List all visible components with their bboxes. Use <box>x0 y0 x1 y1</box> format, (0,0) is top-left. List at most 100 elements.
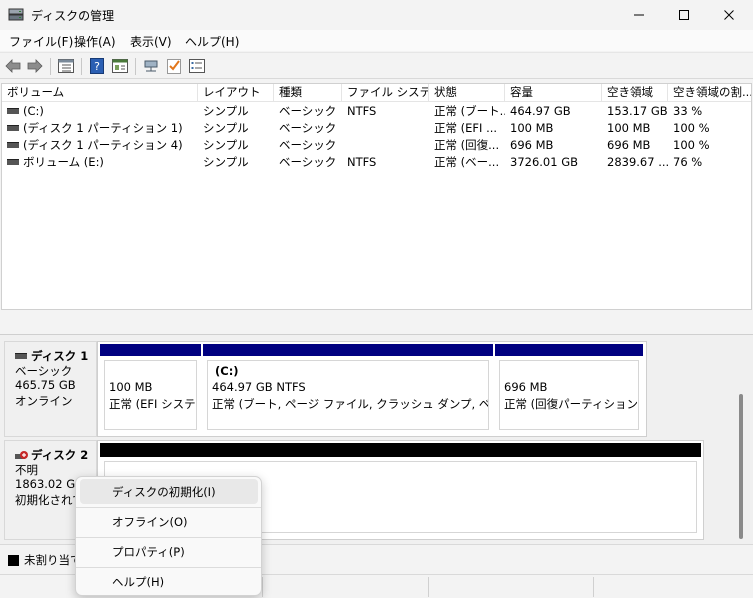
disk-2-status: 初期化されて <box>15 493 84 507</box>
menu-item-help[interactable]: ヘルプ(H) <box>80 569 258 594</box>
partition-size: 100 MB <box>109 380 153 394</box>
disk-1-type: ベーシック <box>15 364 73 378</box>
type-cell: ベーシック <box>279 104 337 118</box>
partition-efi[interactable]: 100 MB 正常 (EFI システム <box>100 344 201 434</box>
minimize-icon <box>633 14 644 16</box>
status-cell: 正常 (ベー... <box>434 155 500 169</box>
capacity-cell: 696 MB <box>510 138 554 152</box>
filesystem-cell <box>342 120 429 137</box>
menu-item-label: オフライン(O) <box>112 515 188 529</box>
volume-name-cell: (ディスク 1 パーティション 4) <box>2 137 198 154</box>
volume-list-header: ボリューム レイアウト 種類 ファイル システム 状態 容量 空き領域 空き領域… <box>2 84 751 102</box>
minimize-button[interactable] <box>616 0 661 30</box>
forward-arrow-icon <box>27 59 43 73</box>
column-header-type[interactable]: 種類 <box>274 84 342 102</box>
partition-header-bar <box>203 344 493 356</box>
close-icon <box>723 10 734 20</box>
maximize-button[interactable] <box>661 0 706 30</box>
close-button[interactable] <box>706 0 751 30</box>
volume-row[interactable]: (ディスク 1 パーティション 4) シンプル ベーシック 正常 (回復... … <box>2 137 751 154</box>
properties-icon <box>112 59 128 73</box>
list-view-button[interactable] <box>57 57 75 75</box>
check-icon <box>167 59 181 74</box>
capacity-cell: 464.97 GB <box>510 104 571 118</box>
volume-row[interactable]: (C:) シンプル ベーシック NTFS 正常 (ブート... 464.97 G… <box>2 103 751 120</box>
partition-size: 696 MB <box>504 380 548 394</box>
volume-name-cell: (C:) <box>2 103 198 120</box>
column-header-percent-free[interactable]: 空き領域の割... <box>668 84 751 102</box>
column-header-filesystem[interactable]: ファイル システム <box>342 84 429 102</box>
help-button[interactable]: ? <box>88 57 106 75</box>
drive-icon <box>7 141 19 148</box>
percent-free-cell: 100 % <box>673 121 710 135</box>
menu-separator <box>76 507 261 508</box>
window-title: ディスクの管理 <box>31 9 115 23</box>
partition-header-bar <box>495 344 643 356</box>
connect-button[interactable] <box>142 57 160 75</box>
unallocated-header-bar <box>100 443 701 457</box>
volume-list: ボリューム レイアウト 種類 ファイル システム 状態 容量 空き領域 空き領域… <box>1 83 752 310</box>
disk-management-app-icon <box>8 8 24 21</box>
filesystem-cell <box>342 137 429 154</box>
toolbar-separator <box>50 58 51 75</box>
help-icon: ? <box>90 58 104 74</box>
partition-size: 464.97 GB NTFS <box>212 380 306 394</box>
percent-free-cell: 76 % <box>673 155 703 169</box>
forward-button[interactable] <box>26 57 44 75</box>
disk-1-label[interactable]: ディスク 1 ベーシック 465.75 GB オンライン <box>4 341 97 437</box>
column-header-status[interactable]: 状態 <box>429 84 505 102</box>
filesystem-cell: NTFS <box>347 155 377 169</box>
menu-item-label: ヘルプ(H) <box>112 575 165 589</box>
volume-name: (C:) <box>23 104 44 118</box>
back-arrow-icon <box>5 59 21 73</box>
free-space-cell: 153.17 GB <box>607 104 668 118</box>
partition-letter: (C:) <box>215 364 239 378</box>
type-cell: ベーシック <box>279 121 337 135</box>
vertical-scrollbar-thumb[interactable] <box>739 394 743 539</box>
partition-c-drive[interactable]: (C:) 464.97 GB NTFS 正常 (ブート, ページ ファイル, ク… <box>203 344 493 434</box>
settings-list-button[interactable] <box>188 57 206 75</box>
menu-action[interactable]: 操作(A) <box>74 33 116 50</box>
menu-item-label: ディスクの初期化(I) <box>112 485 216 499</box>
layout-cell: シンプル <box>203 138 249 152</box>
disk-icon <box>15 352 27 359</box>
type-cell: ベーシック <box>279 155 337 169</box>
svg-text:?: ? <box>94 60 100 73</box>
menu-bar: ファイル(F) 操作(A) 表示(V) ヘルプ(H) <box>0 30 753 51</box>
properties-button[interactable] <box>111 57 129 75</box>
disk-2-size: 1863.02 GB <box>15 477 84 491</box>
column-header-free-space[interactable]: 空き領域 <box>602 84 668 102</box>
unallocated-legend-swatch <box>8 555 19 566</box>
disk-1-partition-area: 100 MB 正常 (EFI システム (C:) 464.97 GB NTFS … <box>97 341 647 437</box>
column-header-volume[interactable]: ボリューム <box>2 84 198 102</box>
back-button[interactable] <box>4 57 22 75</box>
layout-cell: シンプル <box>203 104 249 118</box>
percent-free-cell: 100 % <box>673 138 710 152</box>
status-separator <box>428 577 429 597</box>
status-cell: 正常 (ブート... <box>434 104 505 118</box>
menu-help[interactable]: ヘルプ(H) <box>185 33 239 50</box>
partition-recovery[interactable]: 696 MB 正常 (回復パーティション) <box>495 344 643 434</box>
menu-item-initialize-disk[interactable]: ディスクの初期化(I) <box>80 479 258 504</box>
disk-2-type: 不明 <box>15 463 38 477</box>
volume-name-cell: (ディスク 1 パーティション 1) <box>2 120 198 137</box>
partition-status: 正常 (回復パーティション) <box>504 397 639 411</box>
column-header-layout[interactable]: レイアウト <box>198 84 274 102</box>
volume-row[interactable]: ボリューム (E:) シンプル ベーシック NTFS 正常 (ベー... 372… <box>2 154 751 171</box>
capacity-cell: 3726.01 GB <box>510 155 579 169</box>
menu-file[interactable]: ファイル(F) <box>9 33 73 50</box>
drive-icon <box>7 158 19 165</box>
menu-view[interactable]: 表示(V) <box>130 33 172 50</box>
pane-splitter[interactable] <box>0 310 753 334</box>
check-button[interactable] <box>165 57 183 75</box>
status-separator <box>262 577 263 597</box>
title-bar: ディスクの管理 <box>0 0 753 30</box>
column-header-capacity[interactable]: 容量 <box>505 84 602 102</box>
menu-item-offline[interactable]: オフライン(O) <box>80 509 258 534</box>
disk-1-title: ディスク 1 <box>15 348 88 364</box>
drive-icon <box>7 124 19 131</box>
type-cell: ベーシック <box>279 138 337 152</box>
volume-name: (ディスク 1 パーティション 1) <box>23 121 183 135</box>
menu-item-properties[interactable]: プロパティ(P) <box>80 539 258 564</box>
volume-row[interactable]: (ディスク 1 パーティション 1) シンプル ベーシック 正常 (EFI ..… <box>2 120 751 137</box>
